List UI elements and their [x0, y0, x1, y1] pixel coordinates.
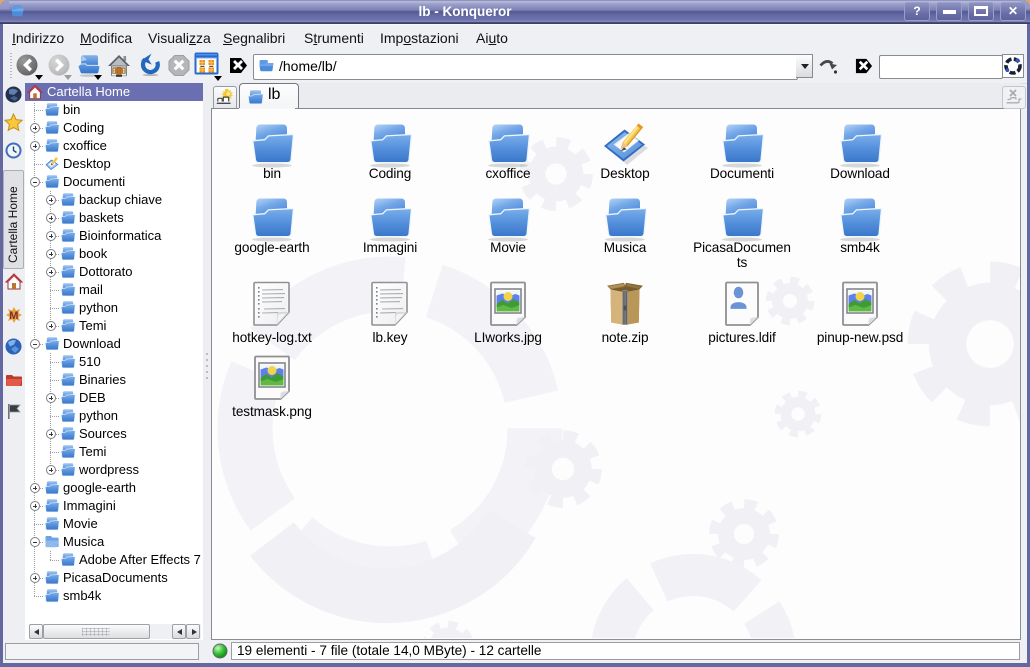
svg-text:M: M [9, 310, 18, 322]
